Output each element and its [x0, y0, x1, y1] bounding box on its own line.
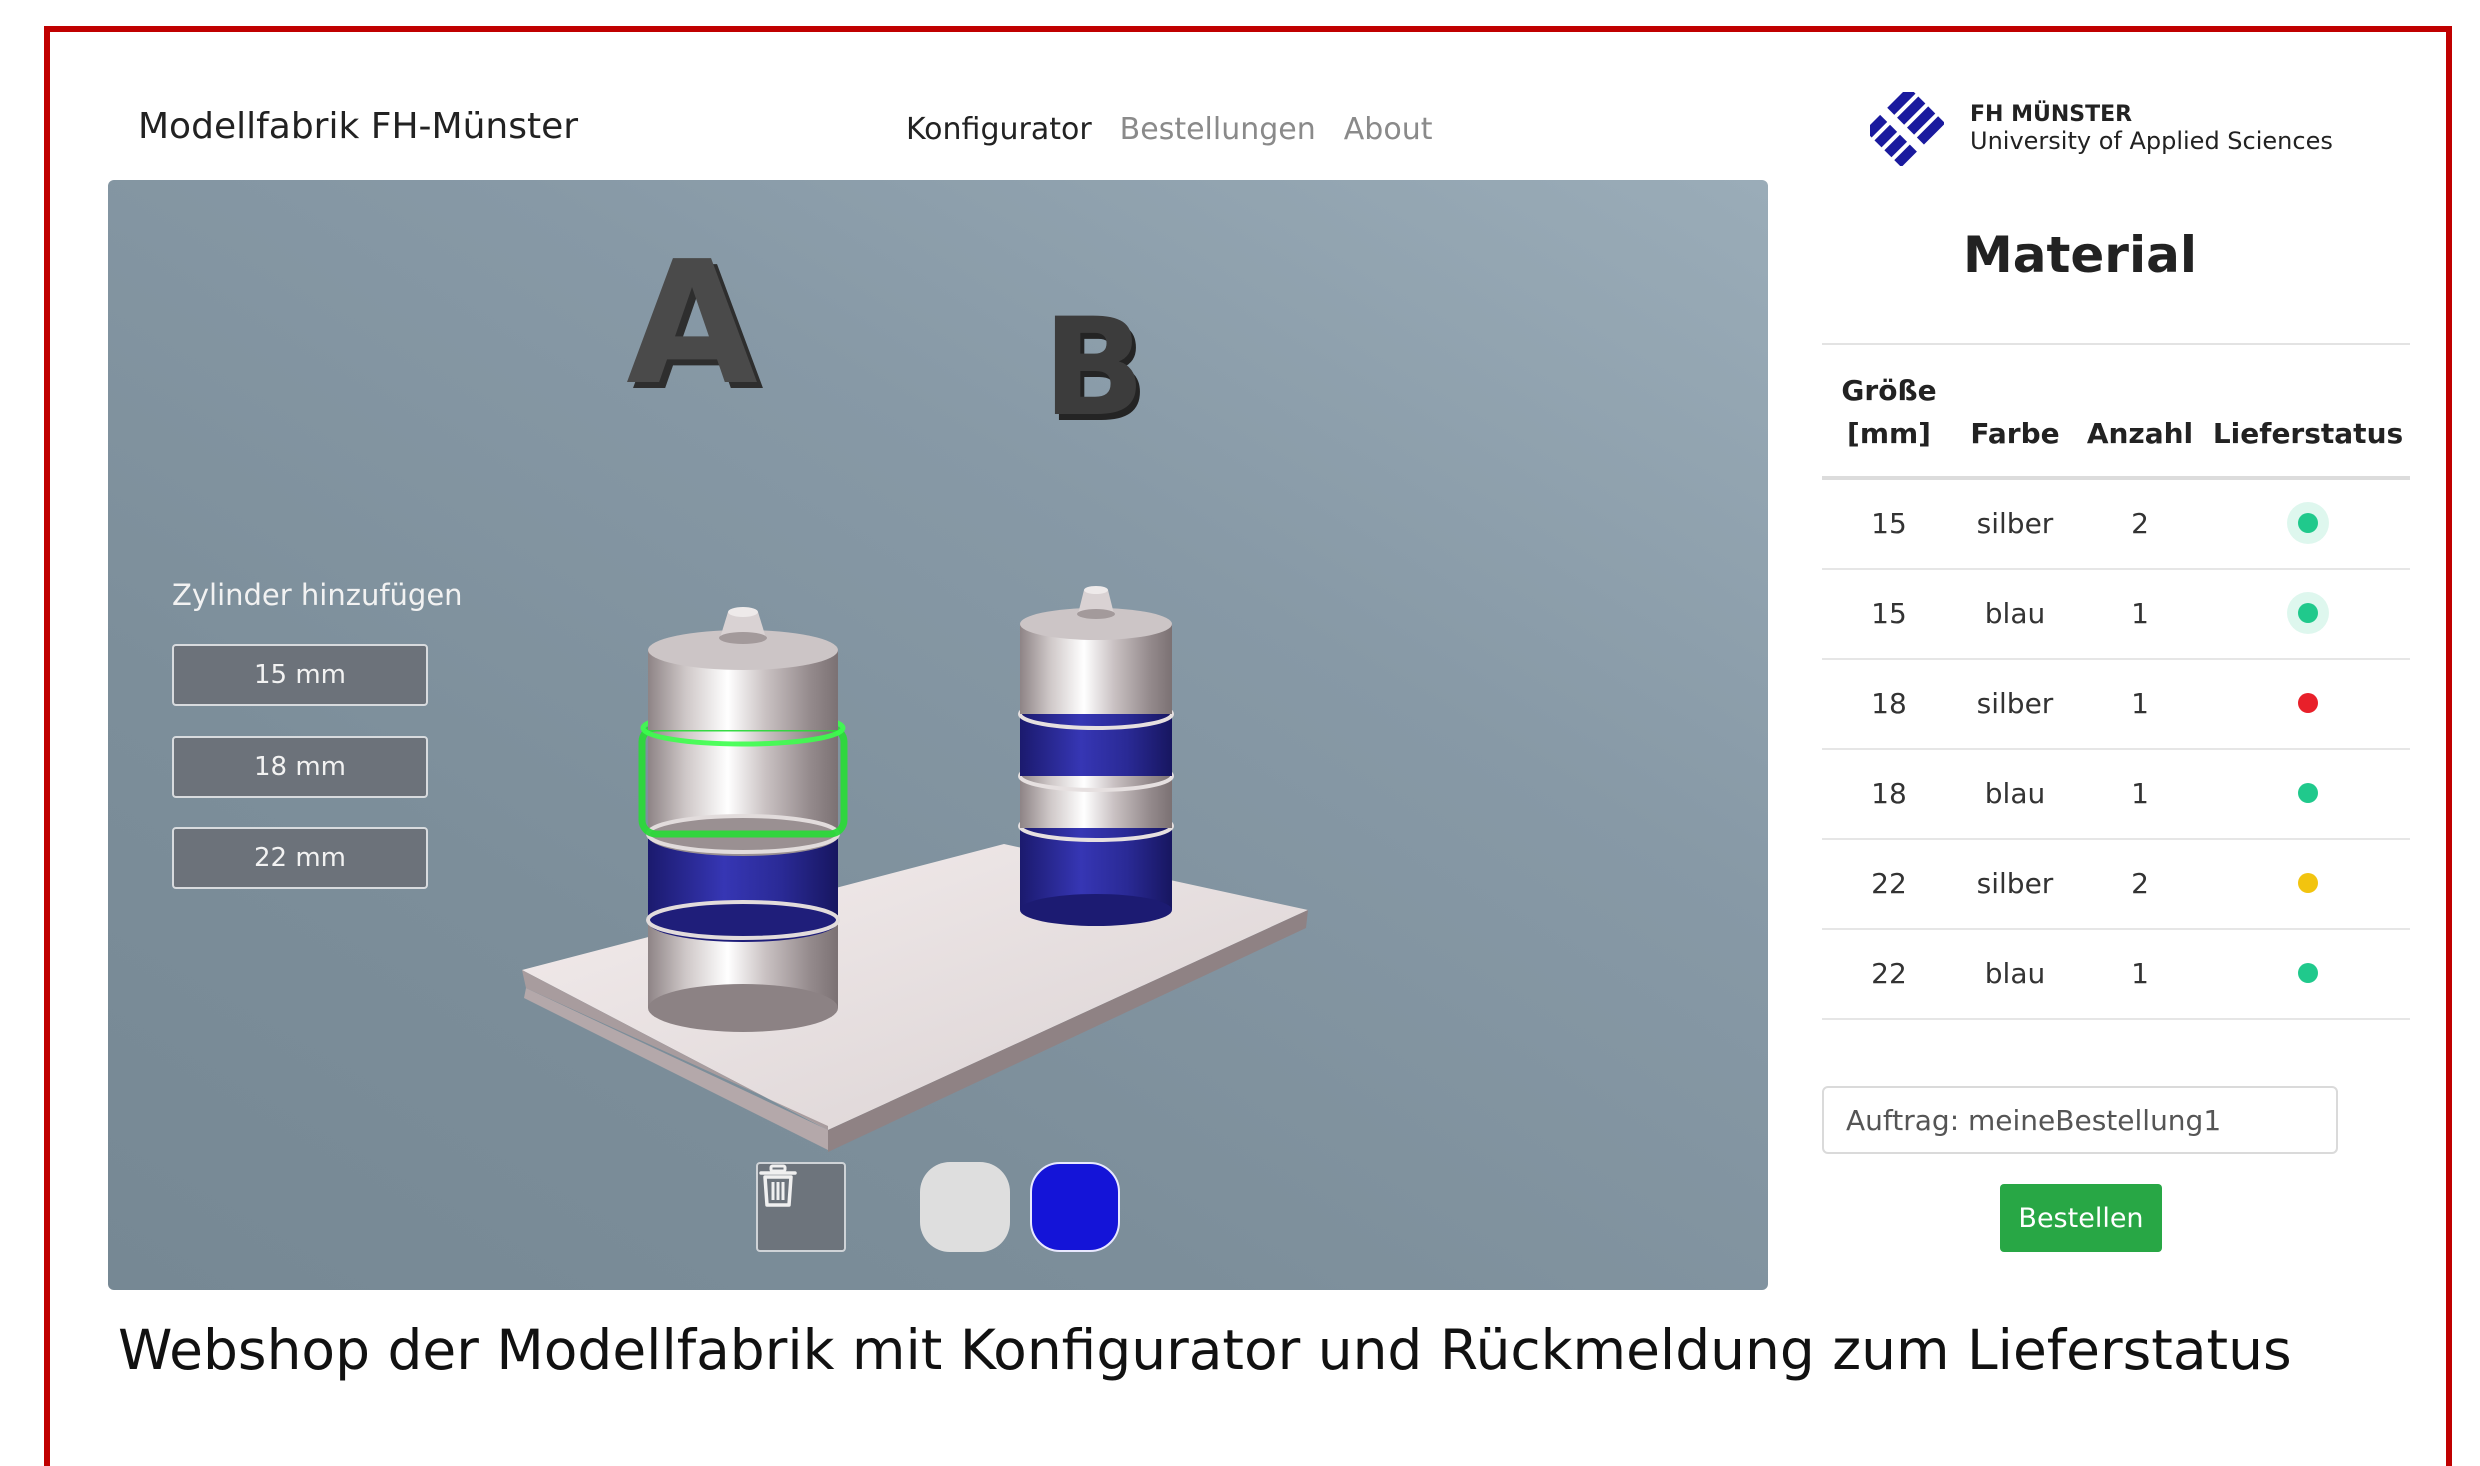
cell-size: 18: [1822, 748, 1956, 840]
material-table-body: 15 silber 2 15 blau 1 18 silber 1 18 blau 1 22 silber…: [1822, 477, 2410, 1020]
cell-count: 1: [2074, 928, 2206, 1020]
cell-color: blau: [1956, 568, 2074, 660]
table-row: 22 silber 2: [1822, 838, 2410, 930]
table-row: 15 silber 2: [1822, 477, 2410, 570]
cell-status: [2206, 477, 2410, 570]
table-row: 18 blau 1: [1822, 748, 2410, 840]
cell-count: 1: [2074, 568, 2206, 660]
figure-caption: Webshop der Modellfabrik mit Konfigurato…: [118, 1318, 2292, 1382]
color-swatch-silver[interactable]: [920, 1162, 1010, 1252]
label-a-3d: A A: [626, 225, 764, 429]
table-row: 15 blau 1: [1822, 568, 2410, 660]
cell-status: [2206, 658, 2410, 750]
cell-color: silber: [1956, 838, 2074, 930]
svg-text:B: B: [1043, 289, 1146, 446]
cell-status: [2206, 838, 2410, 930]
main-nav: Konfigurator Bestellungen About: [906, 112, 1432, 147]
table-row: 22 blau 1: [1822, 928, 2410, 1020]
add-cylinder-title: Zylinder hinzufügen: [172, 578, 463, 612]
delete-button[interactable]: [756, 1162, 846, 1252]
nav-bestellungen[interactable]: Bestellungen: [1120, 112, 1316, 147]
trash-icon: [759, 1164, 797, 1207]
cell-size: 18: [1822, 658, 1956, 750]
cell-color: silber: [1956, 477, 2074, 570]
col-header-color: Farbe: [1956, 343, 2074, 480]
material-title: Material: [1963, 226, 2197, 284]
color-swatch-blue[interactable]: [1030, 1162, 1120, 1252]
col-header-size: Größe [mm]: [1822, 343, 1956, 480]
table-header-row: Größe [mm] Farbe Anzahl Lieferstatus: [1822, 343, 2410, 480]
cell-status: [2206, 748, 2410, 840]
add-18mm-button[interactable]: 18 mm: [172, 736, 428, 798]
3d-configurator-viewport[interactable]: A A B B Zylinder hinzufügen 15 mm 18 mm …: [108, 180, 1768, 1290]
cylinder-stack-a[interactable]: [638, 607, 848, 1032]
cell-color: blau: [1956, 748, 2074, 840]
logo-name: FH MÜNSTER: [1970, 102, 2133, 128]
status-green-icon: [2298, 513, 2318, 534]
status-green-icon: [2298, 603, 2318, 624]
label-b-3d: B B: [1043, 289, 1150, 452]
cell-status: [2206, 928, 2410, 1020]
add-22mm-button[interactable]: 22 mm: [172, 827, 428, 889]
cell-count: 1: [2074, 748, 2206, 840]
material-table: Größe [mm] Farbe Anzahl Lieferstatus 15 si…: [1822, 343, 2410, 1020]
svg-text:A: A: [626, 225, 758, 423]
fh-logo: FH MÜNSTER University of Applied Science…: [1870, 92, 2333, 166]
brand-title[interactable]: Modellfabrik FH-Münster: [138, 106, 578, 147]
table-row: 18 silber 1: [1822, 658, 2410, 750]
order-name-input[interactable]: Auftrag: meineBestellung1: [1822, 1086, 2338, 1154]
fh-logo-icon: [1870, 92, 1944, 166]
cell-color: silber: [1956, 658, 2074, 750]
nav-about[interactable]: About: [1344, 112, 1433, 147]
cell-size: 15: [1822, 477, 1956, 570]
cell-size: 22: [1822, 838, 1956, 930]
cell-status: [2206, 568, 2410, 660]
cell-size: 22: [1822, 928, 1956, 1020]
cylinder-stack-b[interactable]: [1018, 586, 1174, 926]
cell-count: 2: [2074, 477, 2206, 570]
order-button[interactable]: Bestellen: [2000, 1184, 2162, 1252]
add-15mm-button[interactable]: 15 mm: [172, 644, 428, 706]
status-yellow-icon: [2298, 873, 2318, 894]
3d-scene[interactable]: A A B B: [108, 180, 1768, 1290]
cell-color: blau: [1956, 928, 2074, 1020]
status-green-icon: [2298, 783, 2318, 804]
cell-count: 2: [2074, 838, 2206, 930]
col-header-status: Lieferstatus: [2206, 343, 2410, 480]
col-header-count: Anzahl: [2074, 343, 2206, 480]
cell-size: 15: [1822, 568, 1956, 660]
logo-subtitle: University of Applied Sciences: [1970, 126, 2333, 155]
base-plate: [522, 844, 1308, 1152]
cell-count: 1: [2074, 658, 2206, 750]
status-green-icon: [2298, 963, 2318, 984]
nav-konfigurator[interactable]: Konfigurator: [906, 112, 1092, 147]
status-red-icon: [2298, 693, 2318, 714]
